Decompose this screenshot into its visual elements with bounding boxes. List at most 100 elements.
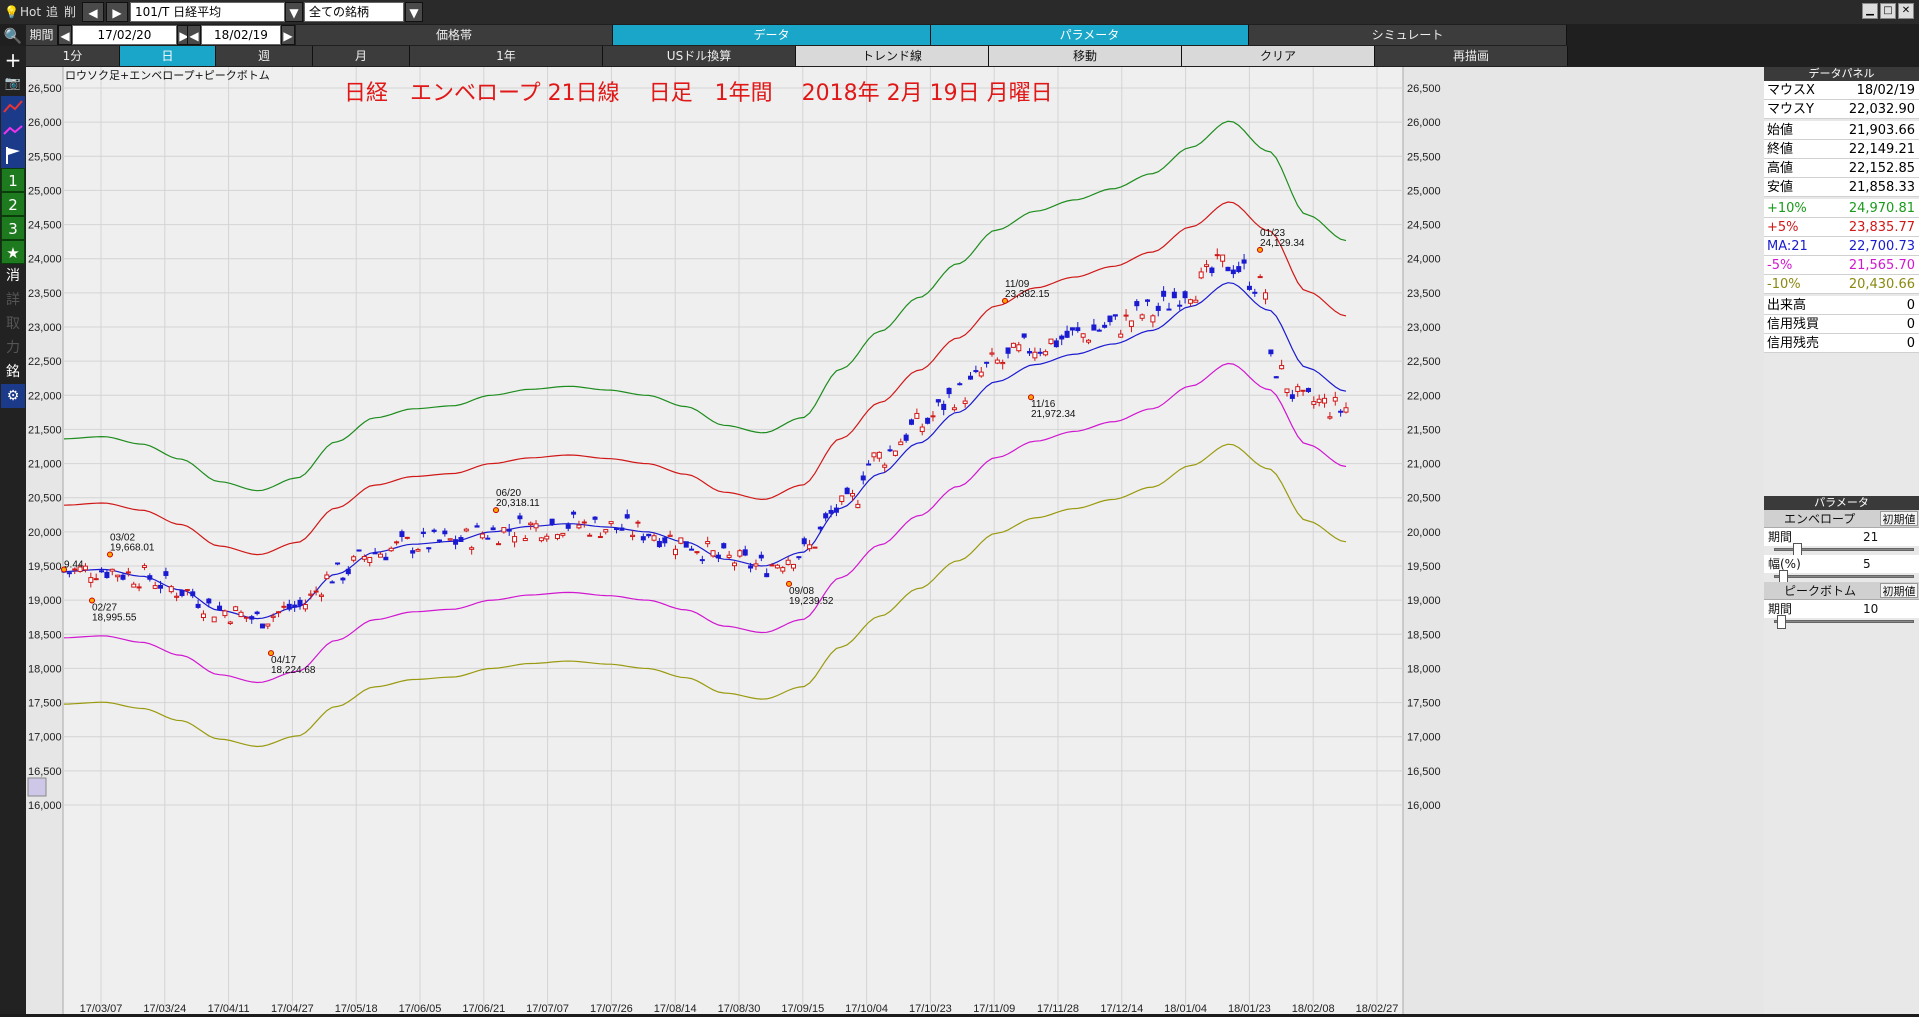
y-tick-label-right: 19,500 (1407, 561, 1441, 573)
y-tick-label-left: 25,500 (28, 151, 62, 163)
y-tick-label-left: 24,000 (28, 254, 62, 266)
tab-parameter[interactable]: パラメータ (931, 25, 1249, 45)
y-tick-label-right: 20,500 (1407, 493, 1441, 505)
preset-2-button[interactable]: 2 (1, 192, 25, 216)
hot-button[interactable]: Hot (20, 2, 41, 22)
candle-body (812, 546, 818, 549)
flag-icon[interactable] (1, 144, 25, 168)
tab-day[interactable]: 日 (120, 46, 216, 66)
envelope-width-slider[interactable] (1774, 570, 1914, 584)
tab-price-band[interactable]: 価格帯 (296, 25, 613, 45)
data-row-value: 23,835.77 (1848, 220, 1915, 235)
add-button[interactable]: 追 (46, 2, 58, 22)
envelope-period-slider[interactable] (1774, 543, 1914, 557)
y-tick-label-right: 26,000 (1407, 117, 1441, 129)
candle-body (1064, 330, 1070, 338)
envelope-reset-button[interactable]: 初期値 (1880, 511, 1918, 526)
data-row-value: 21,565.70 (1848, 258, 1915, 273)
indicator-icon[interactable] (1, 120, 25, 144)
tab-1min[interactable]: 1分 (26, 46, 120, 66)
end-prev-icon[interactable]: ◀ (187, 25, 201, 45)
power-button[interactable]: 力 (1, 336, 25, 360)
maximize-icon[interactable]: □ (1880, 3, 1896, 19)
candle-body (292, 604, 298, 608)
tab-move[interactable]: 移動 (989, 46, 1182, 66)
plus-icon[interactable]: + (1, 48, 25, 72)
settings-icon[interactable]: ⚙ (1, 384, 25, 408)
candle-body (1128, 320, 1134, 327)
y-tick-label-left: 18,500 (28, 629, 62, 641)
data-row-value: 0 (1906, 298, 1915, 313)
tab-simulate[interactable]: シミュレート (1249, 25, 1567, 45)
start-date-input[interactable]: 17/02/20 (72, 25, 177, 45)
tab-usd[interactable]: USドル換算 (603, 46, 796, 66)
start-prev-icon[interactable]: ◀ (58, 25, 72, 45)
candle-body (1053, 340, 1059, 348)
candle-body (270, 615, 276, 618)
envelope-period-value[interactable]: 21 (1863, 528, 1878, 546)
candle-body (1263, 292, 1269, 300)
candle-body (399, 531, 405, 538)
param-panel-header: パラメータ (1764, 496, 1919, 510)
candle-body (544, 535, 550, 540)
candle-body (1246, 285, 1252, 290)
tab-week[interactable]: 週 (216, 46, 313, 66)
star-icon[interactable]: ★ (1, 240, 25, 264)
y-tick-label-right: 17,000 (1407, 732, 1441, 744)
symbol-input[interactable]: 101/T 日経平均 (130, 2, 285, 22)
envelope-width-value[interactable]: 5 (1863, 555, 1871, 573)
universe-dropdown-icon[interactable]: ▼ (405, 2, 423, 22)
candle-body (528, 522, 534, 526)
bulb-icon[interactable]: 💡 (4, 2, 19, 22)
chart-area[interactable]: 16,000 16,000 16,500 16,500 17,000 17,000 17,5… (26, 67, 1764, 1015)
symbol-button[interactable]: 銘 (1, 360, 25, 384)
search-icon[interactable]: 🔍 (1, 24, 25, 48)
close-icon[interactable]: ✕ (1898, 3, 1914, 19)
candle-body (699, 559, 705, 562)
minimize-icon[interactable]: ▁ (1862, 3, 1878, 19)
x-tick-label: 17/07/26 (590, 1003, 633, 1014)
end-date-input[interactable]: 18/02/19 (201, 25, 281, 45)
candle-body (984, 361, 990, 364)
end-next-icon[interactable]: ▶ (281, 25, 295, 45)
take-button[interactable]: 取 (1, 312, 25, 336)
candle-body (592, 516, 598, 520)
preset-3-button[interactable]: 3 (1, 216, 25, 240)
candle-body (581, 521, 587, 524)
y-tick-label-left: 20,000 (28, 527, 62, 539)
detail-button[interactable]: 詳 (1, 288, 25, 312)
tab-1year[interactable]: 1年 (410, 46, 603, 66)
candle-body (469, 547, 475, 550)
universe-select[interactable]: 全ての銘柄 (304, 2, 404, 22)
y-tick-label-left: 17,500 (28, 698, 62, 710)
candle-body (136, 586, 142, 589)
slider-thumb[interactable] (1777, 615, 1786, 629)
camera-icon[interactable]: 📷 (1, 72, 25, 96)
next-icon[interactable]: ▶ (106, 2, 128, 22)
x-tick-label: 17/10/23 (909, 1003, 952, 1014)
tab-month[interactable]: 月 (313, 46, 410, 66)
peak-reset-button[interactable]: 初期値 (1880, 583, 1918, 598)
tab-redraw[interactable]: 再描画 (1375, 46, 1568, 66)
peak-period-value[interactable]: 10 (1863, 600, 1878, 618)
right-axis-bg (1403, 67, 1764, 1014)
candlestick-chart[interactable]: 16,000 16,000 16,500 16,500 17,000 17,000 17,5… (26, 67, 1764, 1015)
prev-icon[interactable]: ◀ (82, 2, 104, 22)
tab-data[interactable]: データ (613, 25, 931, 45)
preset-1-button[interactable]: 1 (1, 168, 25, 192)
candle-body (1279, 365, 1285, 370)
chart-line-icon[interactable] (1, 96, 25, 120)
symbol-dropdown-icon[interactable]: ▼ (285, 2, 303, 22)
candle-body (211, 616, 217, 623)
data-row-label: マウスY (1767, 102, 1814, 117)
candle-body (308, 593, 314, 596)
tab-clear[interactable]: クリア (1182, 46, 1375, 66)
peak-period-slider[interactable] (1774, 615, 1914, 629)
delete-button[interactable]: 削 (64, 2, 76, 22)
data-row-label: マウスX (1767, 83, 1815, 98)
candle-body (774, 564, 780, 569)
candle-body (125, 571, 131, 574)
tab-trendline[interactable]: トレンド線 (796, 46, 989, 66)
erase-button[interactable]: 消 (1, 264, 25, 288)
y-tick-label-left: 19,000 (28, 595, 62, 607)
